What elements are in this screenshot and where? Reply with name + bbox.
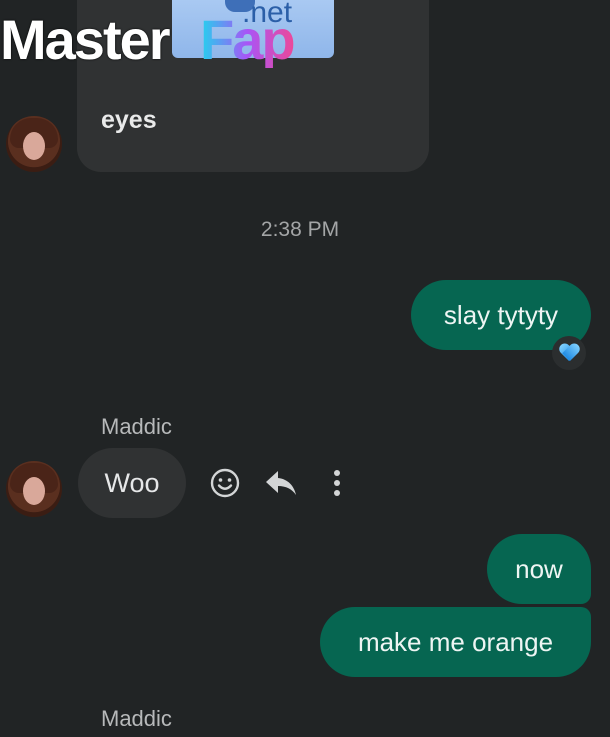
emoji-icon[interactable]	[208, 466, 242, 500]
sender-name: Maddic	[101, 706, 172, 731]
avatar-face	[23, 477, 45, 505]
watermark-master: Master	[0, 8, 171, 71]
heart-shape	[559, 344, 579, 362]
avatar-face	[23, 132, 45, 160]
chat-view: eyes Master Fap .net 2:38 PM slay tytyty…	[0, 0, 610, 737]
sender-name: Maddic	[101, 414, 172, 439]
outgoing-message-bubble[interactable]: make me orange	[320, 607, 591, 677]
watermark-net: .net	[242, 0, 293, 29]
blue-heart-icon[interactable]	[552, 336, 586, 370]
more-options-icon[interactable]	[320, 466, 354, 500]
avatar[interactable]	[6, 461, 62, 517]
incoming-message-bubble[interactable]: Woo	[78, 448, 186, 518]
timestamp: 2:38 PM	[260, 218, 340, 241]
incoming-card-text: eyes	[101, 106, 157, 134]
avatar[interactable]	[6, 116, 62, 172]
outgoing-message-bubble[interactable]: now	[487, 534, 591, 604]
reply-icon[interactable]	[264, 466, 298, 500]
